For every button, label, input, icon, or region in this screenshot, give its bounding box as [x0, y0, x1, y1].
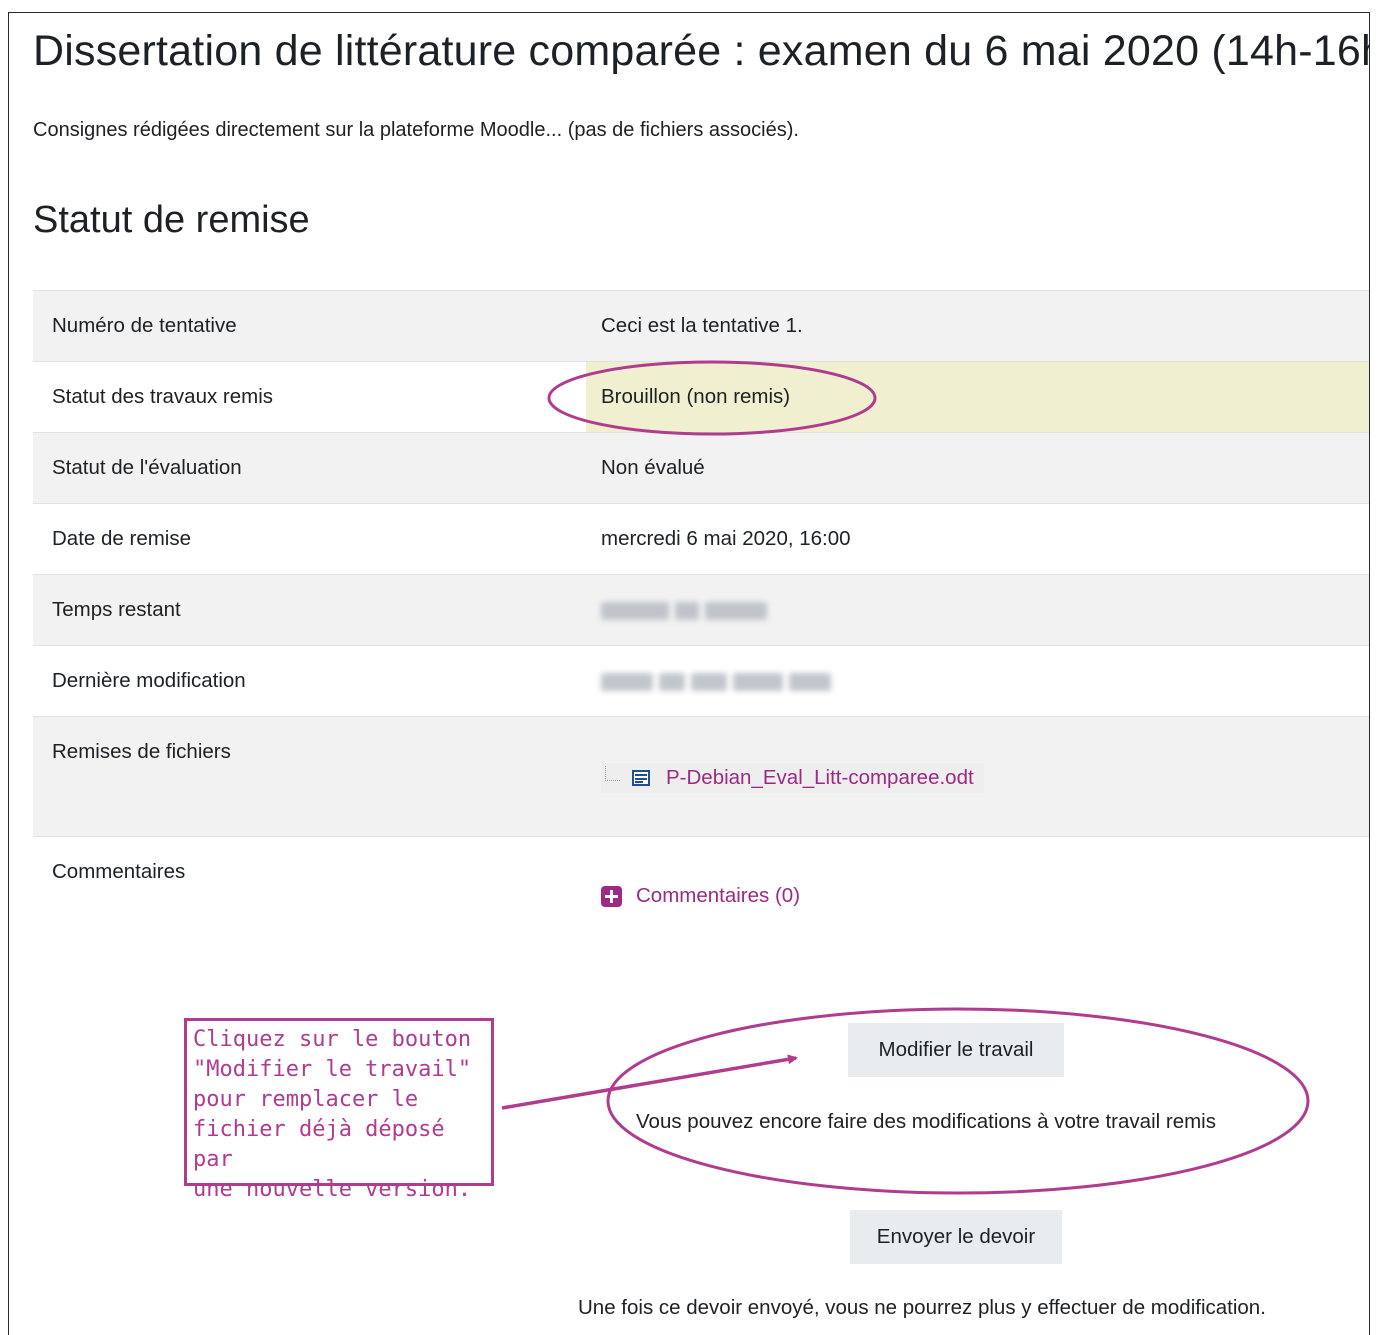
- blurred-text: [691, 672, 727, 691]
- blurred-text: [733, 672, 783, 691]
- table-row: Dernière modification: [33, 645, 1369, 717]
- blurred-text: [789, 672, 831, 691]
- page-title: Dissertation de littérature comparée : e…: [33, 27, 1370, 75]
- comments-toggle[interactable]: Commentaires (0): [601, 883, 800, 909]
- plus-square-icon[interactable]: [601, 885, 622, 907]
- attempt-number-value: Ceci est la tentative 1.: [586, 290, 1369, 362]
- comments-value: Commentaires (0): [586, 836, 1369, 957]
- row-label: Temps restant: [33, 574, 586, 646]
- submission-status-value: Brouillon (non remis): [586, 361, 1369, 433]
- edit-submission-hint: Vous pouvez encore faire des modificatio…: [636, 1110, 1216, 1133]
- assignment-instructions: Consignes rédigées directement sur la pl…: [33, 119, 799, 141]
- submitted-file-link[interactable]: P-Debian_Eval_Litt-comparee.odt: [666, 765, 974, 791]
- row-label: Dernière modification: [33, 645, 586, 717]
- submit-assignment-hint: Une fois ce devoir envoyé, vous ne pourr…: [578, 1296, 1266, 1319]
- blurred-text: [675, 601, 699, 620]
- table-row: Statut de l'évaluation Non évalué: [33, 432, 1369, 504]
- due-date-value: mercredi 6 mai 2020, 16:00: [586, 503, 1369, 575]
- row-label: Numéro de tentative: [33, 290, 586, 362]
- submit-assignment-button[interactable]: Envoyer le devoir: [850, 1210, 1062, 1264]
- time-remaining-value-blurred: [586, 574, 1369, 646]
- row-label: Remises de fichiers: [33, 716, 586, 837]
- section-title-submission-status: Statut de remise: [33, 199, 310, 241]
- tree-connector: [605, 765, 620, 781]
- table-row: Date de remise mercredi 6 mai 2020, 16:0…: [33, 503, 1369, 575]
- table-row: Temps restant: [33, 574, 1369, 646]
- comments-link[interactable]: Commentaires (0): [636, 883, 800, 909]
- blurred-text: [659, 672, 685, 691]
- blurred-text: [601, 672, 653, 691]
- instruction-callout: Cliquez sur le bouton "Modifier le trava…: [184, 1018, 494, 1202]
- file-submissions-value: P-Debian_Eval_Litt-comparee.odt: [586, 716, 1369, 837]
- submission-status-table: Numéro de tentative Ceci est la tentativ…: [33, 290, 1369, 957]
- blurred-text: [601, 601, 669, 620]
- last-modified-value-blurred: [586, 645, 1369, 717]
- table-row: Remises de fichiers P-Debian_Eval_Litt-c…: [33, 716, 1369, 837]
- document-icon: [632, 770, 650, 786]
- row-label: Date de remise: [33, 503, 586, 575]
- row-label: Statut des travaux remis: [33, 361, 586, 433]
- table-row: Commentaires Commentaires (0): [33, 836, 1369, 957]
- file-tree-item: P-Debian_Eval_Litt-comparee.odt: [601, 763, 984, 793]
- table-row: Numéro de tentative Ceci est la tentativ…: [33, 290, 1369, 362]
- grading-status-value: Non évalué: [586, 432, 1369, 504]
- table-row: Statut des travaux remis Brouillon (non …: [33, 361, 1369, 433]
- edit-submission-button[interactable]: Modifier le travail: [848, 1023, 1064, 1077]
- blurred-text: [705, 601, 767, 620]
- row-label: Statut de l'évaluation: [33, 432, 586, 504]
- row-label: Commentaires: [33, 836, 586, 957]
